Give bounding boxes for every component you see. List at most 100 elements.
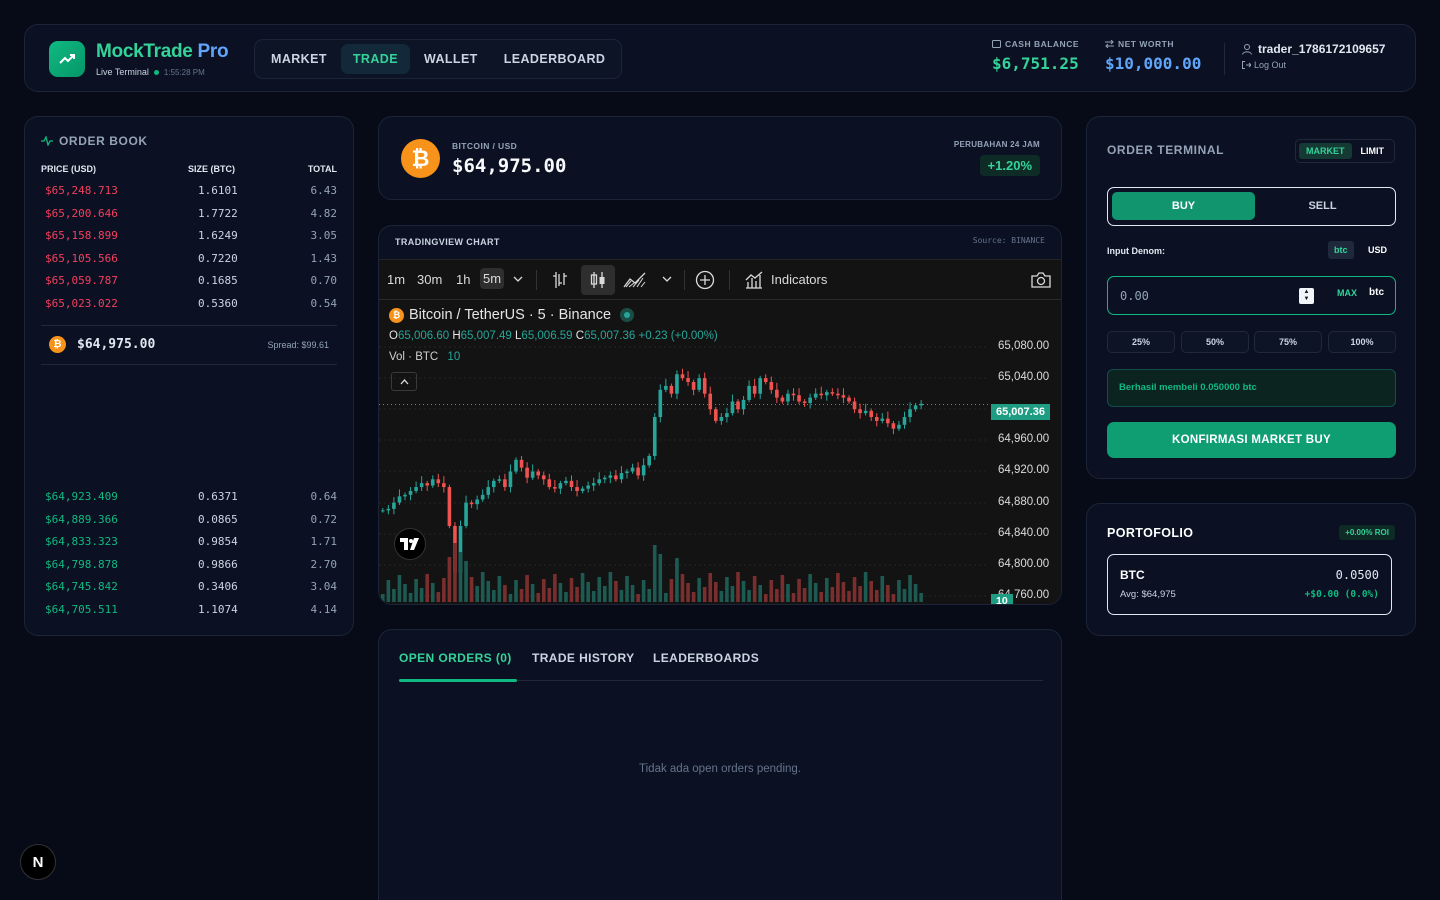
- live-label: Live Terminal: [96, 67, 149, 77]
- volume-bar: [769, 580, 774, 602]
- denom-usd-button[interactable]: USD: [1368, 245, 1387, 255]
- order-price: $65,023.022: [45, 296, 118, 310]
- candle-body: [641, 465, 646, 476]
- order-price: $64,833.323: [45, 535, 118, 548]
- max-button[interactable]: MAX: [1337, 288, 1357, 298]
- volume-bar: [913, 584, 918, 602]
- volume-bar: [841, 582, 846, 602]
- chart-source: Source: BINANCE: [972, 236, 1045, 245]
- volume-bar: [569, 578, 574, 602]
- volume-bar: [714, 582, 718, 602]
- volume-bar: [874, 590, 879, 602]
- candle-body: [847, 397, 851, 402]
- tab-open-orders[interactable]: OPEN ORDERS (0): [399, 651, 512, 665]
- pct-25-button[interactable]: 25%: [1107, 331, 1175, 353]
- volume-bar: [802, 588, 807, 602]
- order-total: 0.72: [310, 512, 338, 526]
- volume-bar: [741, 581, 746, 602]
- nav-market[interactable]: MARKET: [259, 44, 339, 74]
- volume-bar: [919, 593, 923, 602]
- bid-row[interactable]: $64,889.366 0.0865 0.72: [45, 513, 337, 535]
- candle-body: [702, 378, 707, 394]
- symbol-legend: ₿ Bitcoin / TetherUS · 5 · Binance: [389, 307, 635, 323]
- ask-row[interactable]: $65,248.713 1.6101 6.43: [45, 184, 337, 206]
- tradingview-widget[interactable]: 1m 30m 1h 5m Indicators ₿ Bitcoin / Teth…: [379, 259, 1061, 604]
- candle-body: [780, 397, 785, 402]
- volume-bar: [381, 594, 385, 602]
- volume-bar: [475, 586, 479, 602]
- nav-trade[interactable]: TRADE: [340, 44, 410, 74]
- ohlc-legend: O65,006.60 H65,007.49 L65,006.59 C65,007…: [389, 330, 718, 342]
- candle-body: [603, 477, 607, 480]
- order-type-market[interactable]: MARKET: [1299, 143, 1352, 159]
- order-size: 1.6101: [198, 184, 238, 197]
- denom-btc-button[interactable]: btc: [1328, 241, 1354, 259]
- pct-100-button[interactable]: 100%: [1328, 331, 1396, 353]
- symbol-name: Bitcoin / TetherUS · 5 · Binance: [409, 307, 612, 323]
- tab-trade-history[interactable]: TRADE HISTORY: [532, 651, 635, 665]
- ask-row[interactable]: $65,158.899 1.6249 3.05: [45, 229, 337, 251]
- buy-button[interactable]: BUY: [1112, 192, 1255, 220]
- candle-body: [408, 490, 413, 495]
- ask-row[interactable]: $65,023.022 0.5360 0.54: [45, 297, 337, 319]
- order-size: 0.5360: [198, 296, 238, 310]
- volume-bar: [392, 589, 396, 602]
- candle-body: [725, 413, 729, 418]
- candle-body: [492, 480, 496, 488]
- orders-panel: OPEN ORDERS (0) TRADE HISTORY LEADERBOAR…: [378, 629, 1062, 900]
- stepper-icon[interactable]: ▲ ▼: [1299, 288, 1314, 304]
- candle-body: [825, 392, 829, 396]
- candle-body: [636, 467, 640, 476]
- high-value: 65,007.49: [460, 330, 512, 342]
- clock-time: 1:55:28 PM: [163, 67, 205, 77]
- holding-card[interactable]: BTC Avg: $64,975 0.0500 +$0.00 (0.0%): [1107, 554, 1392, 615]
- portfolio-panel: PORTOFOLIO +0.00% ROI BTC Avg: $64,975 0…: [1086, 503, 1416, 636]
- bid-row[interactable]: $64,745.842 0.3406 3.04: [45, 580, 337, 602]
- collapse-legend-button[interactable]: [391, 372, 417, 391]
- candle-body: [886, 418, 890, 424]
- wallet-icon: [992, 40, 1001, 48]
- volume-bar: [519, 589, 524, 602]
- sell-button[interactable]: SELL: [1255, 192, 1390, 220]
- ask-row[interactable]: $65,200.646 1.7722 4.82: [45, 207, 337, 229]
- trending-up-icon[interactable]: [49, 41, 85, 77]
- active-tab-indicator: [399, 679, 517, 682]
- amount-input[interactable]: 0.00 ▲ ▼ MAX btc: [1107, 276, 1396, 315]
- close-label: C: [575, 330, 585, 342]
- volume-bar: [886, 585, 890, 602]
- amount-value[interactable]: 0.00: [1120, 289, 1149, 303]
- cash-balance-value: $6,751.25: [992, 54, 1079, 73]
- username: trader_1786172109657: [1258, 42, 1386, 56]
- candle-body: [763, 378, 768, 383]
- volume-bar: [436, 592, 441, 602]
- volume-bar: [575, 587, 579, 602]
- candle-body: [397, 496, 402, 503]
- holding-symbol: BTC: [1120, 568, 1145, 582]
- logout-link[interactable]: Log Out: [1242, 60, 1385, 70]
- bid-row[interactable]: $64,923.409 0.6371 0.64: [45, 490, 337, 512]
- candle-body: [819, 393, 824, 396]
- candle-body: [652, 417, 657, 456]
- dev-tools-badge[interactable]: N: [20, 844, 56, 880]
- pct-75-button[interactable]: 75%: [1254, 331, 1322, 353]
- live-dot-icon: [620, 308, 635, 322]
- nav-wallet[interactable]: WALLET: [412, 44, 490, 74]
- volume-bar: [397, 575, 402, 602]
- bid-row[interactable]: $64,833.323 0.9854 1.71: [45, 535, 337, 557]
- bid-row[interactable]: $64,798.878 0.9866 2.70: [45, 558, 337, 580]
- candle-body: [897, 424, 901, 429]
- bid-row[interactable]: $64,705.511 1.1074 4.14: [45, 603, 337, 625]
- logout-icon: [1242, 61, 1251, 69]
- order-type-limit[interactable]: LIMIT: [1354, 143, 1392, 159]
- ask-row[interactable]: $65,059.787 0.1685 0.70: [45, 274, 337, 296]
- ask-row[interactable]: $65,105.566 0.7220 1.43: [45, 252, 337, 274]
- nav-leaderboard[interactable]: LEADERBOARD: [492, 44, 618, 74]
- volume-bar: [780, 575, 785, 602]
- portfolio-title: PORTOFOLIO: [1107, 526, 1194, 540]
- tab-leaderboards[interactable]: LEADERBOARDS: [653, 651, 759, 665]
- order-total: 1.71: [310, 535, 338, 548]
- confirm-buy-button[interactable]: KONFIRMASI MARKET BUY: [1107, 422, 1396, 458]
- ticker-price: $64,975.00: [452, 155, 567, 177]
- pct-50-button[interactable]: 50%: [1181, 331, 1249, 353]
- tradingview-logo[interactable]: [394, 528, 426, 560]
